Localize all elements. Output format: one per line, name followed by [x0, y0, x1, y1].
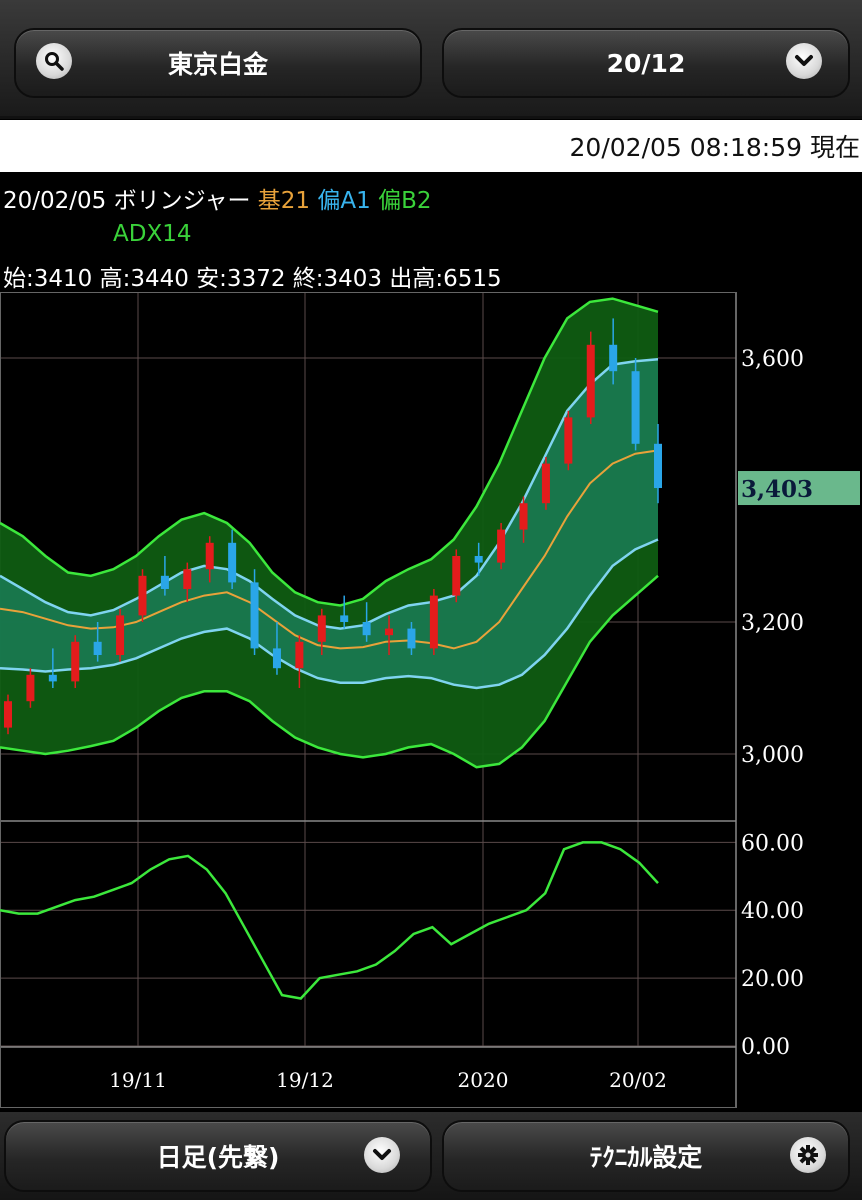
technical-settings-button[interactable]: ﾃｸﾆｶﾙ設定	[442, 1120, 850, 1192]
date-tick-label: 19/11	[109, 1068, 167, 1092]
price-tick-label: 3,200	[741, 611, 804, 636]
timestamp: 20/02/05 08:18:59 現在	[569, 133, 860, 162]
adx-tick-label: 60.00	[741, 831, 804, 856]
candle-body	[519, 503, 528, 530]
candle-body	[631, 371, 640, 444]
legend-dev-b: 偏B2	[378, 188, 432, 214]
ohlc-readout: 始:3410 高:3440 安:3372 終:3403 出高:6515	[3, 266, 502, 292]
candle-body	[272, 648, 281, 669]
candle-body	[205, 542, 214, 570]
candle-body	[429, 595, 438, 649]
gear-icon[interactable]	[790, 1137, 826, 1173]
candle-body	[407, 628, 416, 649]
candle-body	[26, 674, 35, 702]
period-selector[interactable]: 日足(先繋)	[4, 1120, 432, 1192]
search-icon[interactable]	[36, 43, 72, 79]
price-chart[interactable]: 3,600 3,200 3,000 60.00 40.00 20.00 0.00 19/11 1…	[0, 292, 862, 1108]
header-bar: 東京白金 20/12	[0, 0, 862, 119]
legend-indicator: ボリンジャー	[113, 188, 251, 214]
candle-body	[586, 344, 595, 418]
legend-date: 20/02/05	[3, 188, 107, 214]
candle-body	[385, 628, 394, 636]
adx-tick-label: 40.00	[741, 899, 804, 924]
chevron-down-icon[interactable]	[786, 43, 822, 79]
candle-body	[317, 615, 326, 642]
candle-body	[116, 615, 125, 655]
price-tick-label: 3,600	[741, 347, 804, 372]
candle-body	[452, 556, 461, 596]
chevron-down-icon[interactable]	[364, 1137, 400, 1173]
date-tick-label: 19/12	[276, 1068, 334, 1092]
legend-dev-a: 偏A1	[317, 188, 371, 214]
technical-label: ﾃｸﾆｶﾙ設定	[589, 1143, 703, 1172]
candle-body	[183, 569, 192, 589]
timestamp-bar: 20/02/05 08:18:59 現在	[0, 120, 862, 172]
candle-body	[362, 622, 371, 636]
instrument-selector[interactable]: 東京白金	[14, 28, 422, 98]
candle-body	[295, 641, 304, 669]
legend-adx: ADX14	[113, 221, 192, 247]
candle-body	[340, 615, 349, 622]
candle-body	[250, 582, 259, 649]
footer-bar: 日足(先繋) ﾃｸﾆｶﾙ設定	[0, 1112, 862, 1200]
date-tick-label: 2020	[458, 1068, 509, 1092]
adx-tick-label: 0.00	[741, 1035, 790, 1060]
candle-body	[228, 542, 237, 583]
candle-body	[93, 641, 102, 655]
candle-body	[541, 463, 550, 504]
candle-body	[497, 529, 506, 563]
contract-month: 20/12	[606, 48, 686, 78]
candle-body	[71, 641, 80, 682]
adx-tick-label: 20.00	[741, 967, 804, 992]
candle-body	[474, 556, 483, 563]
candle-body	[564, 417, 573, 464]
price-tick-label: 3,000	[741, 743, 804, 768]
candle-body	[160, 575, 169, 589]
candle-body	[654, 443, 662, 489]
contract-selector[interactable]: 20/12	[442, 28, 850, 98]
candle-body	[138, 575, 147, 616]
instrument-name: 東京白金	[167, 50, 268, 79]
candle-body	[609, 344, 618, 372]
candle-body	[48, 674, 57, 682]
legend-base: 基21	[257, 188, 311, 214]
period-label: 日足(先繋)	[156, 1143, 280, 1172]
last-price-label: 3,403	[741, 476, 813, 503]
candle-body	[4, 701, 12, 728]
date-tick-label: 20/02	[609, 1068, 667, 1092]
indicator-legend: 20/02/05 ボリンジャー 基21 偏A1 偏B2	[3, 181, 432, 215]
